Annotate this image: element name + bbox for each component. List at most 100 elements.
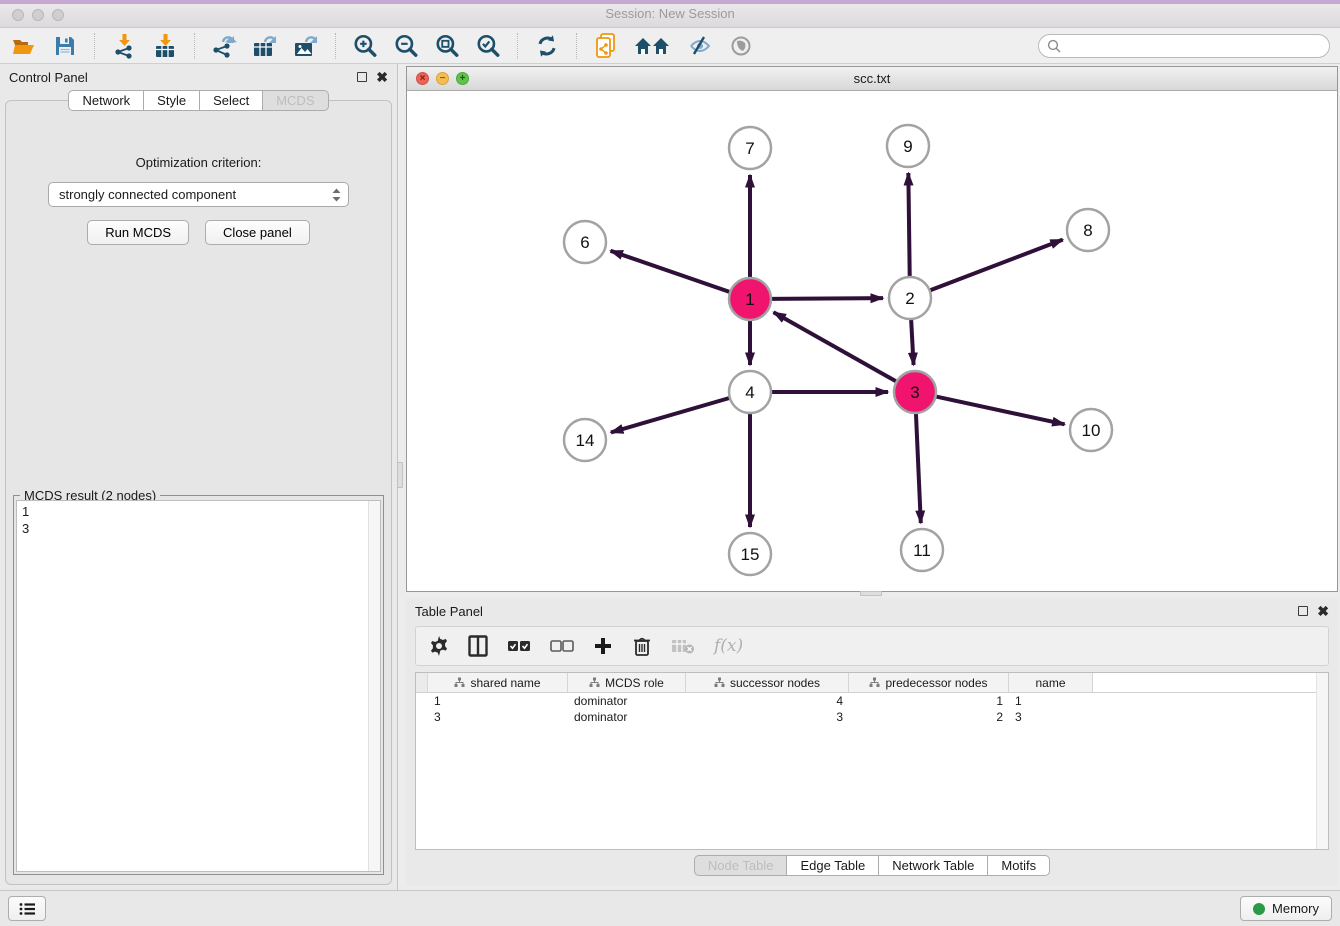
main-toolbar xyxy=(0,28,1340,64)
table-row[interactable]: 1 dominator 4 1 1 xyxy=(416,693,1328,709)
zoom-in-button[interactable] xyxy=(351,32,379,60)
control-panel-header: Control Panel ✖ xyxy=(0,64,397,90)
toolbar-separator xyxy=(94,33,95,59)
export-image-button[interactable] xyxy=(292,32,320,60)
column-header-name[interactable]: name xyxy=(1009,673,1093,692)
export-table-icon xyxy=(251,33,279,59)
float-panel-icon[interactable] xyxy=(357,72,367,82)
graph-edge-2-8[interactable] xyxy=(930,240,1063,291)
application-window: Session: New Session xyxy=(0,0,1340,926)
create-column-button[interactable] xyxy=(593,634,613,658)
zoom-selected-button[interactable] xyxy=(474,32,502,60)
tab-network-table[interactable]: Network Table xyxy=(878,855,988,876)
network-window-titlebar[interactable]: × − + scc.txt xyxy=(407,67,1337,91)
graph-node-label-15: 15 xyxy=(741,545,760,564)
new-network-from-selection-button[interactable] xyxy=(592,32,620,60)
memory-label: Memory xyxy=(1272,901,1319,916)
function-builder-button: f(x) xyxy=(714,634,743,658)
eye-slash-icon xyxy=(687,34,713,58)
node-table: shared name MCDS role successor nodes pr… xyxy=(415,672,1329,850)
row-gutter xyxy=(416,673,428,692)
graph-edge-3-10[interactable] xyxy=(936,396,1065,424)
zoom-selected-icon xyxy=(475,33,501,59)
trash-icon xyxy=(633,636,651,657)
table-scrollbar[interactable] xyxy=(1316,673,1328,849)
search-input[interactable] xyxy=(1038,34,1330,58)
horizontal-splitter-handle[interactable] xyxy=(860,591,882,596)
save-session-button[interactable] xyxy=(51,32,79,60)
tab-style[interactable]: Style xyxy=(143,90,200,111)
float-table-panel-icon[interactable] xyxy=(1298,606,1308,616)
graph-edge-2-9[interactable] xyxy=(908,173,909,277)
show-columns-button[interactable] xyxy=(468,634,488,658)
mcds-result-line: 3 xyxy=(22,520,375,537)
first-neighbors-button[interactable] xyxy=(633,32,673,60)
table-mode-button[interactable] xyxy=(429,634,449,658)
mcds-result-list[interactable]: 1 3 xyxy=(16,500,381,872)
graph-node-label-11: 11 xyxy=(913,541,931,560)
toolbar-separator xyxy=(194,33,195,59)
selected-criterion: strongly connected component xyxy=(59,187,331,202)
graph-node-label-1: 1 xyxy=(745,290,754,309)
apply-layout-button[interactable] xyxy=(533,32,561,60)
graph-edge-2-3[interactable] xyxy=(911,319,913,365)
dropdown-stepper-icon xyxy=(331,187,342,203)
export-network-button[interactable] xyxy=(210,32,238,60)
network-graph: 7968124314101511 xyxy=(407,91,1337,591)
tab-edge-table[interactable]: Edge Table xyxy=(786,855,879,876)
tab-select[interactable]: Select xyxy=(199,90,263,111)
column-header-shared-name[interactable]: shared name xyxy=(428,673,568,692)
clone-network-icon xyxy=(593,32,619,60)
table-row[interactable]: 3 dominator 3 2 3 xyxy=(416,709,1328,725)
mcds-result-group: MCDS result (2 nodes) 1 3 xyxy=(13,495,384,875)
import-network-button[interactable] xyxy=(110,32,138,60)
select-all-columns-button[interactable] xyxy=(507,634,531,658)
optimization-criterion-select[interactable]: strongly connected component xyxy=(48,182,349,207)
zoom-in-icon xyxy=(352,33,378,59)
tab-node-table[interactable]: Node Table xyxy=(694,855,788,876)
zoom-fit-icon xyxy=(434,33,460,59)
mcds-result-line: 1 xyxy=(22,503,375,520)
column-type-icon xyxy=(714,677,725,688)
graph-edge-3-1[interactable] xyxy=(774,312,897,381)
deselect-all-columns-button[interactable] xyxy=(550,634,574,658)
export-table-button[interactable] xyxy=(251,32,279,60)
graph-edge-4-14[interactable] xyxy=(611,398,730,433)
import-table-button[interactable] xyxy=(151,32,179,60)
eye-icon xyxy=(728,34,754,58)
task-history-button[interactable] xyxy=(8,896,46,921)
hide-selected-button[interactable] xyxy=(686,32,714,60)
close-panel-button[interactable]: Close panel xyxy=(205,220,310,245)
graph-edge-1-6[interactable] xyxy=(611,251,731,292)
column-header-mcds-role[interactable]: MCDS role xyxy=(568,673,686,692)
memory-button[interactable]: Memory xyxy=(1240,896,1332,921)
delete-columns-button[interactable] xyxy=(632,634,652,658)
column-header-predecessor-nodes[interactable]: predecessor nodes xyxy=(849,673,1009,692)
tab-mcds[interactable]: MCDS xyxy=(262,90,328,111)
column-type-icon xyxy=(589,677,600,688)
close-table-panel-icon[interactable]: ✖ xyxy=(1317,606,1329,616)
show-all-button[interactable] xyxy=(727,32,755,60)
zoom-out-button[interactable] xyxy=(392,32,420,60)
table-panel: Table Panel ✖ xyxy=(406,598,1338,886)
os-titlebar: Session: New Session xyxy=(0,0,1340,28)
graph-edge-1-2[interactable] xyxy=(771,298,883,299)
result-scrollbar[interactable] xyxy=(368,501,380,871)
zoom-fit-button[interactable] xyxy=(433,32,461,60)
tab-motifs[interactable]: Motifs xyxy=(987,855,1050,876)
graph-edge-3-11[interactable] xyxy=(916,413,921,523)
function-builder-icon: f(x) xyxy=(714,636,743,656)
gear-icon xyxy=(429,636,449,656)
table-header-row: shared name MCDS role successor nodes pr… xyxy=(416,673,1328,693)
toolbar-separator xyxy=(517,33,518,59)
graph-node-label-3: 3 xyxy=(910,383,919,402)
close-panel-icon[interactable]: ✖ xyxy=(376,72,388,82)
tab-network[interactable]: Network xyxy=(68,90,144,111)
vertical-splitter-handle[interactable] xyxy=(397,462,403,488)
import-table-icon xyxy=(152,33,178,59)
network-canvas[interactable]: 7968124314101511 xyxy=(407,91,1337,591)
column-header-successor-nodes[interactable]: successor nodes xyxy=(686,673,849,692)
run-mcds-button[interactable]: Run MCDS xyxy=(87,220,189,245)
save-floppy-icon xyxy=(53,34,77,58)
open-file-button[interactable] xyxy=(10,32,38,60)
